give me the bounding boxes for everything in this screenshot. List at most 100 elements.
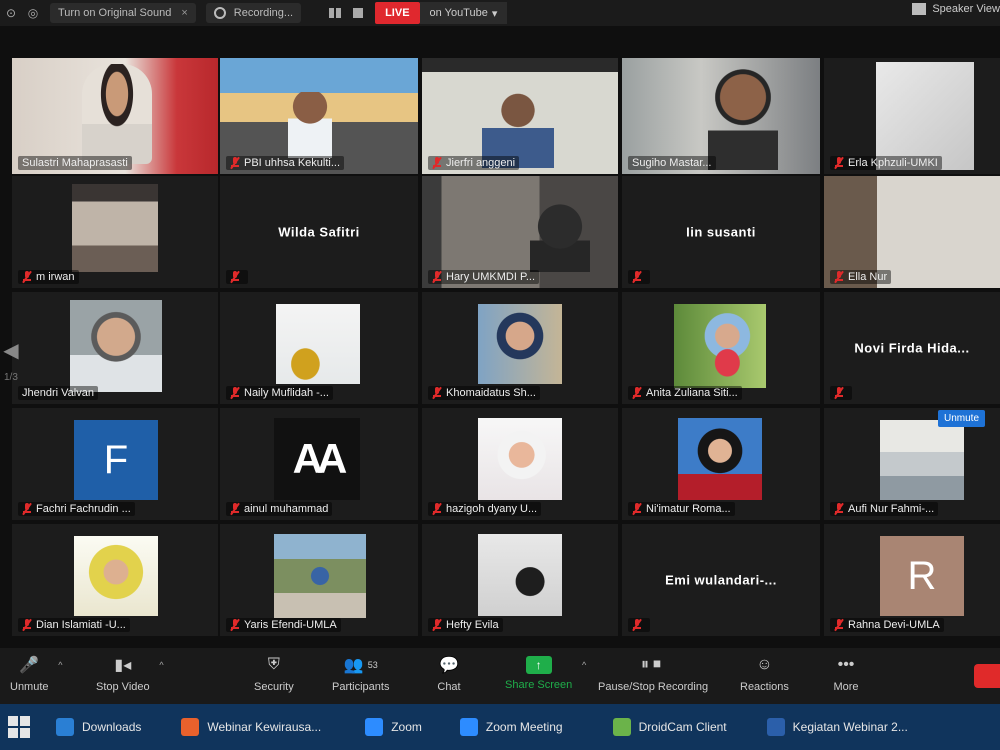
- participant-tile[interactable]: Sugiho Mastar...: [622, 58, 820, 174]
- participant-tile[interactable]: Khomaidatus Sh...: [422, 292, 618, 404]
- chat-button[interactable]: 💬 Chat: [436, 654, 462, 693]
- participant-tile[interactable]: Jierfri anggeni: [422, 58, 618, 174]
- windows-start-icon[interactable]: [8, 716, 30, 738]
- participant-tile[interactable]: Yaris Efendi-UMLA: [220, 524, 418, 636]
- taskbar-app[interactable]: Kegiatan Webinar 2...: [755, 707, 920, 747]
- participant-tile[interactable]: Dian Islamiati -U...: [12, 524, 218, 636]
- taskbar-app[interactable]: Webinar Kewirausa...: [169, 707, 333, 747]
- muted-mic-icon: [834, 618, 844, 632]
- chevron-up-icon[interactable]: ^: [582, 660, 586, 670]
- participant-name-tag: Rahna Devi-UMLA: [830, 618, 944, 632]
- muted-mic-icon: [632, 618, 642, 632]
- muted-mic-icon: [632, 270, 642, 284]
- end-meeting-button[interactable]: [974, 664, 1000, 688]
- live-badge[interactable]: LIVE: [375, 2, 420, 24]
- taskbar-app[interactable]: DroidCam Client: [601, 707, 739, 747]
- participant-name-tag: ainul muhammad: [226, 502, 333, 516]
- unmute-tooltip[interactable]: Unmute: [938, 410, 986, 427]
- participant-video: [876, 62, 974, 170]
- participant-name-tag: Ni'imatur Roma...: [628, 502, 735, 516]
- previous-page-arrow[interactable]: ◀: [0, 330, 22, 370]
- muted-mic-icon: [432, 618, 442, 632]
- taskbar-apps: Downloads Webinar Kewirausa... Zoom Zoom Me…: [44, 707, 940, 747]
- pause-stop-recording-button[interactable]: ⏸⏹ Pause/Stop Recording: [598, 654, 708, 693]
- more-button[interactable]: ••• More: [833, 654, 859, 693]
- taskbar-app-label: Zoom: [391, 720, 422, 734]
- participant-tile[interactable]: Wilda Safitri: [220, 176, 418, 288]
- participant-video: [880, 420, 964, 500]
- recording-label: Recording...: [233, 7, 294, 19]
- taskbar-app[interactable]: Zoom: [353, 707, 434, 747]
- muted-mic-icon: [632, 386, 642, 400]
- gallery-page-indicator: 1/3: [4, 372, 18, 383]
- participant-name-tag: Dian Islamiati -U...: [18, 618, 130, 632]
- participant-tile[interactable]: F Fachri Fachrudin ...: [12, 408, 218, 520]
- participant-tile[interactable]: Erla Kphzuli-UMKI: [824, 58, 1000, 174]
- participant-display-name: Wilda Safitri: [278, 224, 360, 240]
- participant-tile[interactable]: m irwan: [12, 176, 218, 288]
- speaker-view-button[interactable]: Speaker View: [912, 3, 1000, 15]
- muted-mic-icon: [230, 618, 240, 632]
- participant-tile[interactable]: Sulastri Mahaprasasti: [12, 58, 218, 174]
- profile-avatar: R: [880, 536, 964, 616]
- participant-tile[interactable]: hazigoh dyany U...: [422, 408, 618, 520]
- recording-indicator: Recording...: [205, 3, 302, 23]
- participant-name: Aufi Nur Fahmi-...: [848, 503, 935, 515]
- participant-tile[interactable]: Anita Zuliana Siti...: [622, 292, 820, 404]
- participant-name: Hefty Evila: [446, 619, 499, 631]
- participant-tile[interactable]: Hefty Evila: [422, 524, 618, 636]
- participant-tile[interactable]: Iin susanti: [622, 176, 820, 288]
- more-dots-icon: •••: [837, 656, 855, 673]
- participant-tile[interactable]: Ella Nur: [824, 176, 1000, 288]
- youtube-stream-menu[interactable]: on YouTube ▾: [419, 2, 508, 24]
- youtube-label: on YouTube: [429, 7, 488, 19]
- participant-tile[interactable]: AA ainul muhammad: [220, 408, 418, 520]
- stop-video-button[interactable]: ▮◂ ^ Stop Video: [96, 654, 164, 693]
- participant-name-tag: [628, 618, 650, 632]
- profile-avatar: F: [74, 420, 158, 500]
- participant-name: Khomaidatus Sh...: [446, 387, 536, 399]
- taskbar-app[interactable]: Downloads: [44, 707, 153, 747]
- original-sound-toggle[interactable]: Turn on Original Sound ×: [50, 3, 196, 23]
- stop-recording-icon[interactable]: [353, 8, 364, 18]
- chevron-up-icon[interactable]: ^: [159, 660, 163, 670]
- participant-tile[interactable]: Novi Firda Hida...: [824, 292, 1000, 404]
- participant-name-tag: [226, 270, 248, 284]
- participants-button[interactable]: 👥 53 Participants: [332, 654, 389, 693]
- share-screen-button[interactable]: ↑ ^ Share Screen: [505, 654, 586, 691]
- participant-name-tag: hazigoh dyany U...: [428, 502, 542, 516]
- participant-name-tag: Hefty Evila: [428, 618, 503, 632]
- participant-video: [478, 418, 562, 500]
- participant-name-tag: PBI uhhsa Kekulti...: [226, 156, 344, 170]
- participant-name: Dian Islamiati -U...: [36, 619, 126, 631]
- more-label: More: [833, 681, 859, 693]
- participant-video-person: [82, 64, 152, 164]
- participants-label: Participants: [332, 681, 390, 693]
- participant-tile[interactable]: PBI uhhsa Kekulti...: [220, 58, 418, 174]
- participant-tile[interactable]: R Rahna Devi-UMLA: [824, 524, 1000, 636]
- participant-tile[interactable]: Naily Muflidah -...: [220, 292, 418, 404]
- muted-mic-icon: [22, 618, 32, 632]
- shield-icon[interactable]: ⊙: [0, 2, 22, 24]
- info-icon[interactable]: ◎: [22, 2, 44, 24]
- logo-text: AA: [292, 435, 348, 482]
- participant-tile[interactable]: Ni'imatur Roma...: [622, 408, 820, 520]
- security-button[interactable]: ⛨ Security: [254, 654, 294, 693]
- muted-mic-icon: [834, 502, 844, 516]
- participant-name: hazigoh dyany U...: [446, 503, 538, 515]
- unmute-button[interactable]: 🎤 ^ Unmute: [10, 654, 63, 693]
- chevron-up-icon[interactable]: ^: [58, 660, 62, 670]
- participant-name-tag: Ella Nur: [830, 270, 892, 284]
- taskbar-app[interactable]: Zoom Meeting: [448, 707, 575, 747]
- close-icon[interactable]: ×: [181, 7, 187, 19]
- participant-tile[interactable]: Jhendri Valvan: [12, 292, 218, 404]
- participant-name-tag: Aufi Nur Fahmi-...: [830, 502, 939, 516]
- participant-tile[interactable]: Hary UMKMDI P...: [422, 176, 618, 288]
- muted-mic-icon: [22, 270, 32, 284]
- muted-mic-icon: [22, 502, 32, 516]
- gallery-view: Sulastri Mahaprasasti PBI uhhsa Kekulti.…: [12, 58, 1000, 640]
- participant-tile[interactable]: Emi wulandari-...: [622, 524, 820, 636]
- reactions-button[interactable]: ☺ Reactions: [740, 654, 789, 693]
- pause-recording-icon[interactable]: [329, 8, 342, 18]
- participant-name: Ella Nur: [848, 271, 888, 283]
